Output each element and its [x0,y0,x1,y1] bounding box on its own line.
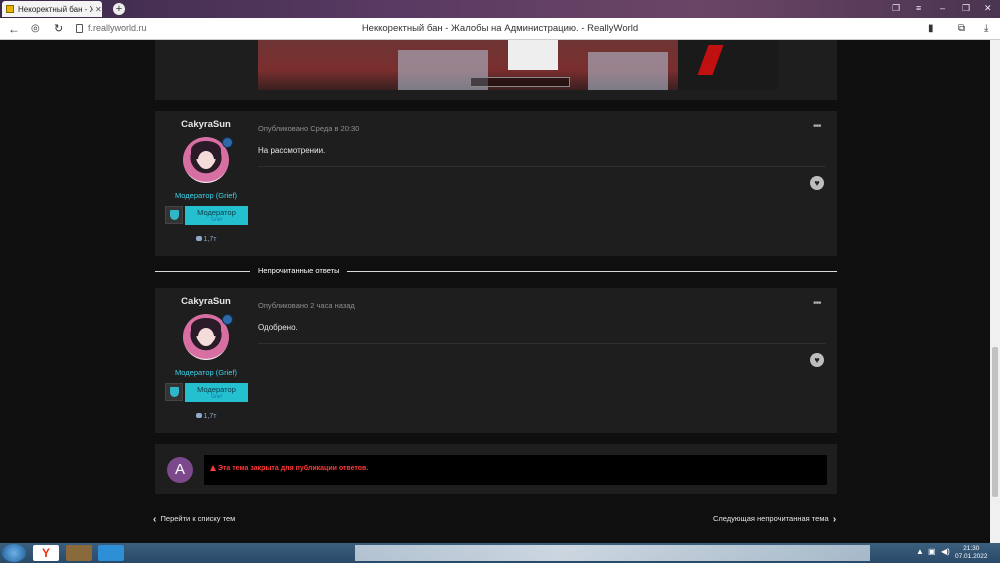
user-role: Модератор (Grief) [174,191,238,200]
unread-label: Непрочитанные ответы [250,266,348,275]
post-content: Одобрено. [258,323,298,332]
tray-arrow-icon[interactable]: ▲ [916,547,924,556]
game-hotbar [470,77,570,87]
clock[interactable]: 21:30 07.01.2022 [955,545,988,561]
closed-message-text: Эта тема закрыта для публикации ответов. [218,465,369,472]
start-button[interactable] [2,544,26,562]
tab-title: Некоректный бан - Ж [18,4,93,14]
group-sub: Grief [211,394,222,400]
close-tab-icon[interactable]: ✕ [95,5,102,14]
like-heart-icon[interactable]: ♥ [810,353,824,367]
author-name[interactable]: CakyraSun [167,296,245,307]
author-name[interactable]: CakyraSun [167,119,245,130]
browser-tab[interactable]: Некоректный бан - Ж ✕ [2,1,102,17]
extensions-icon[interactable]: ⧉ [958,22,965,36]
divider [258,343,826,344]
collections-icon[interactable]: ❐ [892,3,900,14]
post-content: На рассмотрении. [258,146,326,155]
reputation: 1,7т [155,413,257,420]
rank-badge-icon [222,314,233,325]
group-name: Модератор [197,385,236,394]
group-badge: Модератор Grief [185,383,248,402]
closed-message: Эта тема закрыта для публикации ответов. [204,455,827,485]
comment-icon [195,413,202,418]
post: CakyraSun Модератор (Grief) Модератор Gr… [155,288,837,433]
more-options-icon[interactable]: ••• [813,121,821,132]
shield-icon [165,383,183,401]
clock-date: 07.01.2022 [955,553,988,560]
taskbar-window-preview[interactable] [355,545,870,561]
screenshot-image[interactable] [258,40,778,90]
group-badge: Модератор Grief [185,206,248,225]
post-meta[interactable]: Опубликовано Среда в 20:30 [258,124,359,133]
forum-page: CakyraSun Модератор (Grief) Модератор Gr… [0,40,990,543]
more-options-icon[interactable]: ••• [813,298,821,309]
minimize-icon[interactable]: – [940,3,945,13]
clock-time: 21:30 [963,545,980,552]
browser-tab-bar: Некоректный бан - Ж ✕ + ❐ ≡ – ❐ ✕ [0,0,1000,18]
minecraft-icon[interactable] [66,545,92,561]
restore-icon[interactable]: ❐ [962,3,970,14]
network-icon[interactable]: ▣ [928,547,936,556]
post-meta[interactable]: Опубликовано 2 часа назад [258,301,355,310]
chevron-left-icon: ‹ [153,514,157,525]
back-to-topics-link[interactable]: ‹ Перейти к списку тем [153,514,235,525]
download-icon[interactable]: ⤓ [984,22,988,36]
new-tab-button[interactable]: + [113,3,125,15]
back-link-label: Перейти к списку тем [160,514,236,523]
rank-badge-icon [222,137,233,148]
next-link-label: Следующая непрочитанная тема [713,514,829,523]
volume-icon[interactable]: ◀) [941,547,950,556]
menu-icon[interactable]: ≡ [916,3,921,13]
previous-post-attachment [155,40,837,100]
windows-taskbar: Y ▲ ▣ ◀) 21:30 07.01.2022 [0,543,1000,563]
close-window-icon[interactable]: ✕ [984,3,992,14]
warning-icon [210,465,216,471]
current-user-avatar: A [167,457,193,483]
like-heart-icon[interactable]: ♥ [810,176,824,190]
comment-icon [195,236,202,241]
address-bar: ← ◎ ↻ f.reallyworld.ru Неккоректный бан … [0,18,1000,40]
bookmark-icon[interactable]: ▮ [928,22,934,36]
reputation: 1,7т [155,236,257,243]
site-favicon [6,5,14,13]
user-role: Модератор (Grief) [174,368,238,377]
page-scrollbar[interactable] [990,40,1000,543]
post: CakyraSun Модератор (Grief) Модератор Gr… [155,111,837,256]
topic-closed-box: A Эта тема закрыта для публикации ответо… [155,444,837,494]
next-unread-topic-link[interactable]: Следующая непрочитанная тема › [713,514,836,525]
reputation-count: 1,7т [203,236,217,243]
group-name: Модератор [197,208,236,217]
yandex-browser-icon[interactable]: Y [33,545,59,561]
reputation-count: 1,7т [203,413,217,420]
chevron-right-icon: › [832,514,837,525]
app-icon[interactable] [98,545,124,561]
scroll-thumb[interactable] [992,347,998,497]
divider [258,166,826,167]
shield-icon [165,206,183,224]
page-title: Неккоректный бан - Жалобы на Администрац… [361,23,639,34]
group-sub: Grief [211,217,222,223]
